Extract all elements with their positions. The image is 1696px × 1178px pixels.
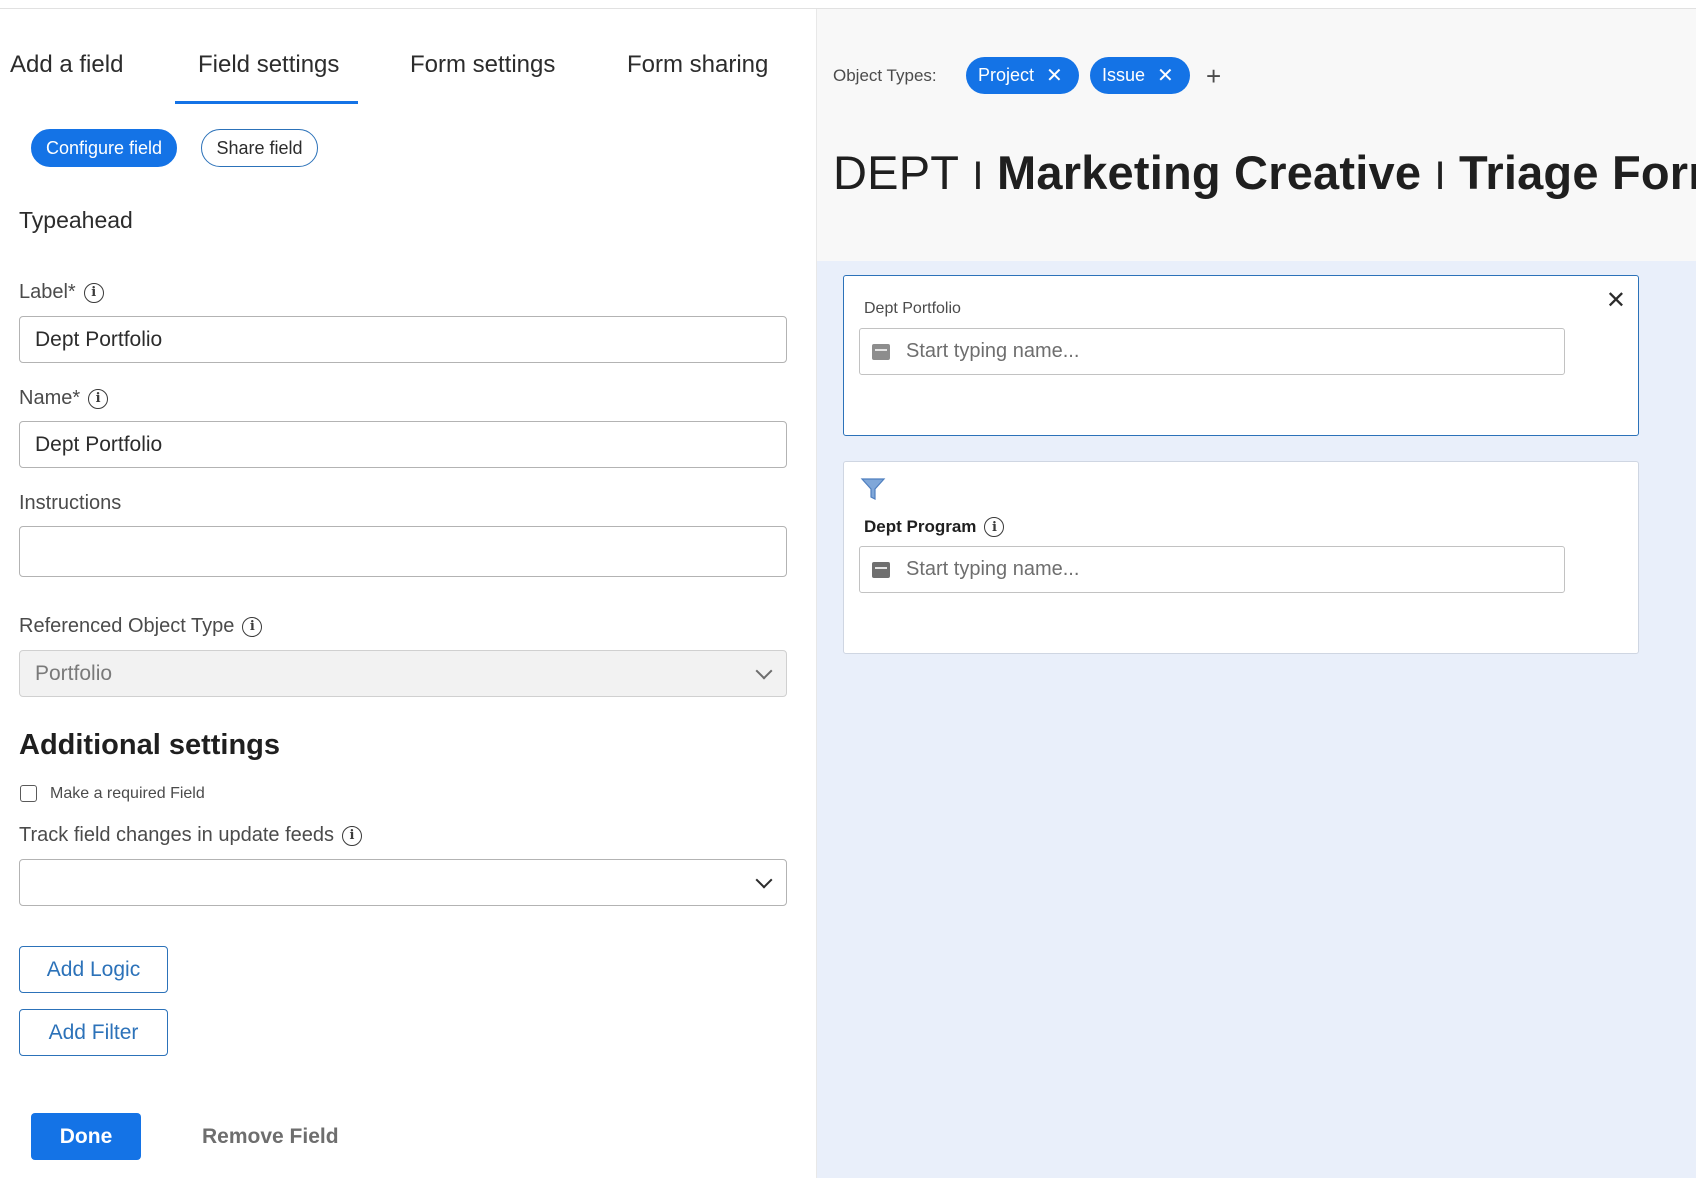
info-icon[interactable]: i	[88, 388, 109, 409]
label-field-label: Label* i	[19, 281, 104, 304]
preview-field-label: Dept Program i	[864, 517, 1005, 537]
preview-field-label-text: Dept Program	[864, 517, 977, 536]
portfolio-icon	[872, 343, 890, 360]
active-tab-indicator	[175, 101, 358, 104]
field-settings-panel: Add a field Field settings Form settings…	[0, 9, 817, 1178]
close-icon[interactable]: ✕	[1606, 286, 1626, 315]
form-preview-panel: Object Types: Project ✕ Issue ✕ + DEPT I…	[817, 9, 1696, 1178]
object-type-tag-label: Issue	[1102, 65, 1146, 85]
info-icon[interactable]: i	[242, 616, 263, 637]
add-object-type-icon[interactable]: +	[1206, 61, 1221, 92]
info-icon[interactable]: i	[984, 517, 1005, 537]
preview-header: Object Types: Project ✕ Issue ✕ + DEPT I…	[817, 9, 1696, 261]
tab-field-settings[interactable]: Field settings	[198, 51, 339, 79]
form-title-part: Marketing Creative	[997, 146, 1422, 199]
chevron-down-icon	[755, 662, 773, 679]
program-icon	[872, 561, 890, 578]
add-filter-button[interactable]: Add Filter	[19, 1009, 168, 1056]
track-changes-select[interactable]	[19, 859, 787, 906]
close-icon[interactable]: ✕	[1046, 66, 1063, 86]
top-border	[0, 0, 1696, 9]
label-input[interactable]: Dept Portfolio	[19, 316, 787, 363]
form-title-part: DEPT	[833, 146, 960, 199]
preview-typeahead-input[interactable]: Start typing name...	[859, 328, 1565, 375]
preview-field-label: Dept Portfolio	[864, 300, 961, 317]
additional-settings-heading: Additional settings	[19, 729, 280, 761]
instructions-label: Instructions	[19, 492, 121, 515]
info-icon[interactable]: i	[342, 825, 363, 846]
filter-icon	[860, 478, 886, 500]
form-title: DEPT I Marketing Creative I Triage Form	[833, 145, 1696, 200]
close-icon[interactable]: ✕	[1157, 66, 1174, 86]
typeahead-placeholder: Start typing name...	[906, 558, 1080, 580]
instructions-label-text: Instructions	[19, 492, 122, 514]
required-checkbox-label: Make a required Field	[50, 785, 205, 802]
ref-object-type-select: Portfolio	[19, 650, 787, 697]
chevron-down-icon	[755, 871, 773, 888]
preview-field-card[interactable]: Dept Program i Start typing name...	[843, 461, 1639, 654]
object-type-tag-issue: Issue ✕	[1090, 57, 1190, 94]
name-input[interactable]: Dept Portfolio	[19, 421, 787, 468]
ref-object-type-value: Portfolio	[35, 661, 113, 685]
track-changes-label-text: Track field changes in update feeds	[19, 824, 335, 846]
ref-object-type-label: Referenced Object Type i	[19, 615, 263, 638]
tab-form-sharing[interactable]: Form sharing	[627, 51, 768, 79]
typeahead-placeholder: Start typing name...	[906, 340, 1080, 362]
title-separator: I	[1434, 154, 1446, 198]
preview-field-card[interactable]: ✕ Dept Portfolio Start typing name...	[843, 275, 1639, 436]
object-type-tag-label: Project	[978, 65, 1035, 85]
object-types-label: Object Types:	[833, 66, 937, 85]
tab-form-settings[interactable]: Form settings	[410, 51, 555, 79]
form-title-part: Triage Form	[1459, 146, 1696, 199]
configure-field-button[interactable]: Configure field	[31, 129, 177, 167]
info-icon[interactable]: i	[83, 282, 104, 303]
track-changes-label: Track field changes in update feeds i	[19, 824, 363, 847]
ref-object-type-label-text: Referenced Object Type	[19, 615, 235, 637]
label-field-label-text: Label*	[19, 281, 76, 303]
tab-add-field[interactable]: Add a field	[10, 51, 123, 79]
title-separator: I	[972, 154, 984, 198]
preview-typeahead-input[interactable]: Start typing name...	[859, 546, 1565, 593]
required-checkbox[interactable]	[20, 785, 37, 802]
field-type-heading: Typeahead	[19, 207, 133, 233]
remove-field-button[interactable]: Remove Field	[202, 1125, 339, 1149]
share-field-button[interactable]: Share field	[201, 129, 318, 167]
done-button[interactable]: Done	[31, 1113, 141, 1160]
add-logic-button[interactable]: Add Logic	[19, 946, 168, 993]
object-type-tag-project: Project ✕	[966, 57, 1079, 94]
instructions-input[interactable]	[19, 526, 787, 577]
name-field-label-text: Name*	[19, 387, 81, 409]
name-field-label: Name* i	[19, 387, 109, 410]
